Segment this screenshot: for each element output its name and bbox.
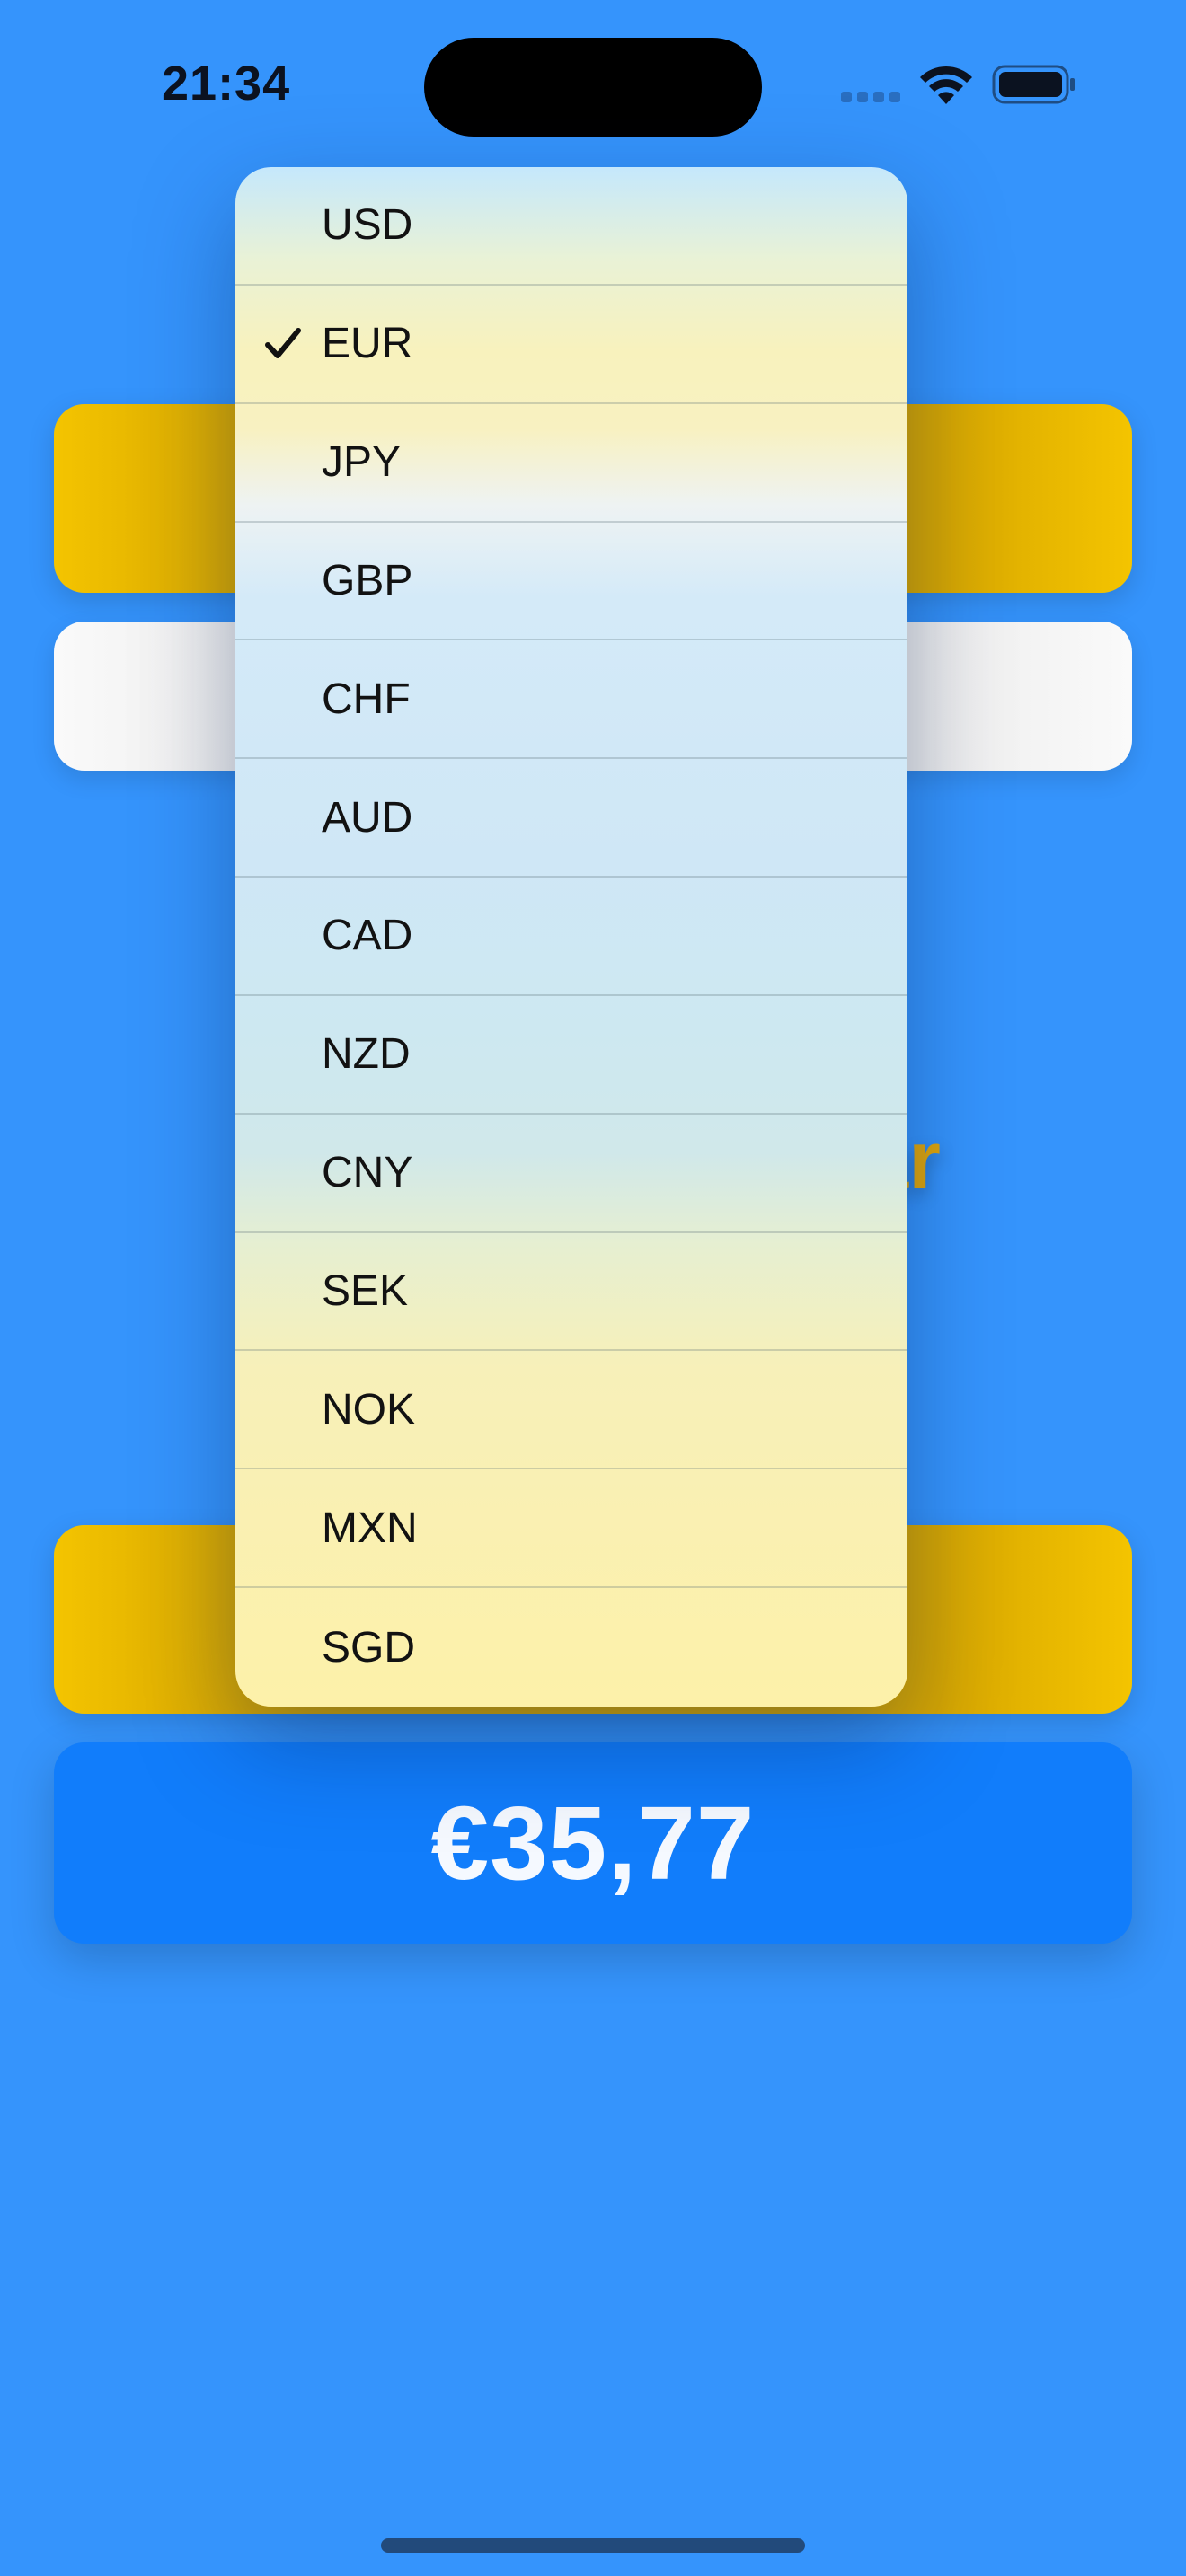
menu-item-eur[interactable]: EUR xyxy=(235,286,907,404)
menu-item-cny[interactable]: CNY xyxy=(235,1115,907,1233)
menu-item-gbp[interactable]: GBP xyxy=(235,523,907,641)
result-box: €35,77 xyxy=(54,1742,1132,1944)
menu-item-sgd[interactable]: SGD xyxy=(235,1588,907,1707)
menu-item-label: AUD xyxy=(322,793,413,842)
menu-item-label: CAD xyxy=(322,912,413,960)
menu-item-label: SGD xyxy=(322,1623,416,1672)
menu-item-aud[interactable]: AUD xyxy=(235,759,907,878)
menu-item-label: CNY xyxy=(322,1149,413,1197)
menu-item-label: USD xyxy=(322,201,413,250)
menu-item-label: NOK xyxy=(322,1385,416,1434)
menu-item-nok[interactable]: NOK xyxy=(235,1351,907,1470)
menu-item-label: EUR xyxy=(322,320,413,368)
menu-item-label: SEK xyxy=(322,1267,409,1316)
home-indicator[interactable] xyxy=(381,2538,805,2553)
menu-item-label: NZD xyxy=(322,1030,411,1079)
menu-item-label: JPY xyxy=(322,438,402,487)
menu-item-cad[interactable]: CAD xyxy=(235,878,907,996)
menu-item-chf[interactable]: CHF xyxy=(235,640,907,760)
wifi-icon xyxy=(920,66,972,104)
menu-item-nzd[interactable]: NZD xyxy=(235,996,907,1115)
checkmark-icon xyxy=(265,327,301,358)
signal-icon xyxy=(841,92,900,104)
currency-dropdown-menu: USD EUR JPY GBP CHF AUD CAD NZD CNY SEK … xyxy=(235,167,907,1707)
menu-item-usd[interactable]: USD xyxy=(235,167,907,286)
menu-item-label: GBP xyxy=(322,556,413,604)
menu-item-label: MXN xyxy=(322,1504,418,1552)
menu-item-jpy[interactable]: JPY xyxy=(235,404,907,523)
result-value: €35,77 xyxy=(430,1785,756,1901)
menu-item-label: CHF xyxy=(322,675,411,723)
status-time: 21:34 xyxy=(162,57,291,110)
battery-icon xyxy=(992,65,1075,104)
dynamic-island xyxy=(424,38,762,137)
menu-item-sek[interactable]: SEK xyxy=(235,1233,907,1352)
menu-item-mxn[interactable]: MXN xyxy=(235,1469,907,1589)
